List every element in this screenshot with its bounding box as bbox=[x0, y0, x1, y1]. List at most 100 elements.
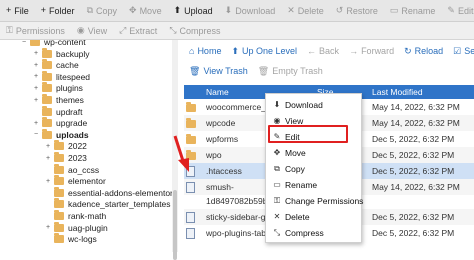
tree-item[interactable]: ao_ccss bbox=[44, 163, 99, 176]
view-trash-button[interactable]: 🗑 View Trash bbox=[184, 66, 253, 76]
trash-icon: 🗑 bbox=[257, 65, 270, 76]
compress-icon: ⤡ bbox=[273, 228, 281, 237]
expand-icon[interactable]: + bbox=[32, 97, 40, 104]
tree-item[interactable]: + cache bbox=[32, 59, 79, 71]
tree-item[interactable]: + litespeed bbox=[32, 70, 91, 83]
tree-item-label: 2023 bbox=[68, 153, 87, 163]
edit-button[interactable]: ✎ Edit bbox=[441, 0, 474, 21]
tree-item[interactable]: kadence_starter_templates bbox=[44, 198, 171, 210]
expand-icon[interactable]: + bbox=[44, 143, 52, 150]
folder-icon bbox=[186, 118, 196, 128]
tree-item[interactable]: − uploads bbox=[32, 128, 89, 141]
new-folder-button[interactable]: + Folder bbox=[35, 0, 81, 21]
tree-item[interactable]: essential-addons-elementor bbox=[44, 186, 173, 199]
expand-icon[interactable]: + bbox=[44, 155, 52, 162]
tree-item[interactable]: + themes bbox=[32, 94, 84, 106]
compress-icon: ⤡ bbox=[169, 25, 177, 35]
navigation-bar: ⌂ Home ⬆ Up One Level ← Back → Forward ↻ Relo… bbox=[184, 42, 474, 60]
copy-icon: ⧉ bbox=[274, 164, 280, 173]
tree-item[interactable]: updraft bbox=[32, 105, 83, 118]
permissions-button[interactable]: ⚿ Permissions bbox=[0, 22, 71, 39]
tree-item[interactable]: + backuply bbox=[32, 47, 90, 60]
tree-item-label: litespeed bbox=[56, 71, 91, 82]
tree-item-label: cache bbox=[56, 60, 79, 71]
folder-icon bbox=[54, 140, 64, 151]
collapse-icon[interactable]: − bbox=[32, 131, 40, 138]
download-icon: ⬇ bbox=[224, 5, 233, 15]
folder-tree: − wp-content + backuply + cache + litespeed + plu… bbox=[0, 40, 178, 252]
menu-item-copy[interactable]: ⧉ Copy bbox=[272, 163, 305, 175]
tree-item[interactable]: + elementor bbox=[44, 175, 106, 187]
expand-icon[interactable]: + bbox=[32, 85, 40, 92]
restore-icon: ↺ bbox=[335, 5, 344, 15]
tree-item[interactable]: + upgrade bbox=[32, 117, 87, 129]
reload-button[interactable]: ↻ Reload bbox=[399, 46, 448, 56]
expand-icon[interactable]: + bbox=[32, 62, 40, 69]
menu-item-compress[interactable]: ⤡ Compress bbox=[272, 227, 324, 239]
tree-item-label: plugins bbox=[56, 83, 83, 94]
folder-icon bbox=[42, 105, 52, 116]
tree-item-label: updraft bbox=[56, 106, 83, 117]
tree-item[interactable]: + plugins bbox=[32, 82, 83, 94]
move-button[interactable]: ✥ Move bbox=[123, 0, 168, 21]
scrollbar-thumb[interactable] bbox=[173, 190, 177, 260]
menu-item-label: Copy bbox=[285, 164, 305, 174]
expand-icon[interactable]: + bbox=[44, 224, 52, 231]
new-file-button[interactable]: + File bbox=[0, 0, 35, 21]
home-button[interactable]: ⌂ Home bbox=[184, 46, 226, 56]
extract-icon: ⤢ bbox=[119, 25, 127, 35]
select-all-button[interactable]: ☑Sele bbox=[448, 46, 474, 56]
forward-button[interactable]: → Forward bbox=[344, 46, 399, 56]
view-button[interactable]: ◉ View bbox=[71, 22, 113, 39]
menu-item-label: Delete bbox=[285, 212, 310, 222]
tree-item[interactable]: + uag-plugin bbox=[44, 221, 108, 234]
extract-button[interactable]: ⤢ Extract bbox=[113, 22, 163, 39]
menu-item-rename[interactable]: ▭ Rename bbox=[272, 179, 317, 191]
up-one-level-button[interactable]: ⬆ Up One Level bbox=[226, 46, 302, 56]
expand-icon[interactable]: + bbox=[32, 73, 40, 80]
tree-item[interactable]: rank-math bbox=[44, 210, 106, 222]
compress-button[interactable]: ⤡ Compress bbox=[163, 22, 226, 39]
file-name: wpo bbox=[206, 150, 222, 160]
name-column-header[interactable]: Name bbox=[206, 87, 229, 97]
expand-icon[interactable]: + bbox=[44, 178, 52, 185]
expand-icon[interactable]: + bbox=[32, 120, 40, 127]
red-arrow-annotation bbox=[173, 135, 189, 172]
tree-item[interactable]: +2022 bbox=[44, 140, 87, 152]
download-button[interactable]: ⬇ Download bbox=[219, 0, 282, 21]
rename-button[interactable]: ▭ Rename bbox=[384, 0, 442, 21]
menu-item-download[interactable]: ⬇ Download bbox=[272, 99, 323, 111]
file-name: smush- bbox=[206, 182, 234, 192]
folder-icon bbox=[42, 117, 52, 128]
tree-item[interactable]: wc-logs bbox=[44, 233, 97, 245]
tree-item[interactable]: +2023 bbox=[44, 152, 87, 164]
file-name: .htaccess bbox=[206, 166, 242, 176]
delete-button[interactable]: ✕ Delete bbox=[281, 0, 330, 21]
folder-icon bbox=[42, 59, 52, 70]
folder-icon bbox=[42, 94, 52, 104]
menu-item-delete[interactable]: ✕ Delete bbox=[272, 211, 310, 223]
menu-item-move[interactable]: ✥ Move bbox=[272, 147, 306, 159]
delete-icon: ✕ bbox=[273, 212, 281, 221]
plus-icon: + bbox=[6, 5, 12, 15]
key-icon: ⚿ bbox=[6, 25, 13, 35]
copy-icon: ⧉ bbox=[86, 5, 93, 15]
secondary-toolbar: ⚿ Permissions ◉ View ⤢ Extract ⤡ Compress bbox=[0, 22, 474, 40]
delete-icon: ✕ bbox=[287, 5, 295, 15]
modified-column-header[interactable]: Last Modified bbox=[372, 87, 423, 97]
restore-button[interactable]: ↺ Restore bbox=[330, 0, 384, 21]
upload-button[interactable]: ⬆ Upload bbox=[168, 0, 219, 21]
empty-trash-button[interactable]: 🗑 Empty Trash bbox=[253, 66, 328, 76]
folder-icon bbox=[42, 82, 52, 93]
arrow-left-icon: ← bbox=[307, 45, 317, 56]
tree-item-label: themes bbox=[56, 95, 84, 105]
tree-item-label: upgrade bbox=[56, 118, 88, 129]
collapse-icon[interactable]: − bbox=[20, 40, 28, 46]
copy-button[interactable]: ⧉ Copy bbox=[81, 0, 123, 21]
menu-item-change-permissions[interactable]: ⚿ Change Permissions bbox=[272, 195, 363, 207]
back-button[interactable]: ← Back bbox=[302, 46, 344, 56]
tree-item-label: kadence_starter_templates bbox=[68, 199, 171, 210]
folder-icon bbox=[54, 198, 64, 209]
tree-item-label: essential-addons-elementor bbox=[68, 187, 173, 198]
expand-icon[interactable]: + bbox=[32, 50, 40, 57]
